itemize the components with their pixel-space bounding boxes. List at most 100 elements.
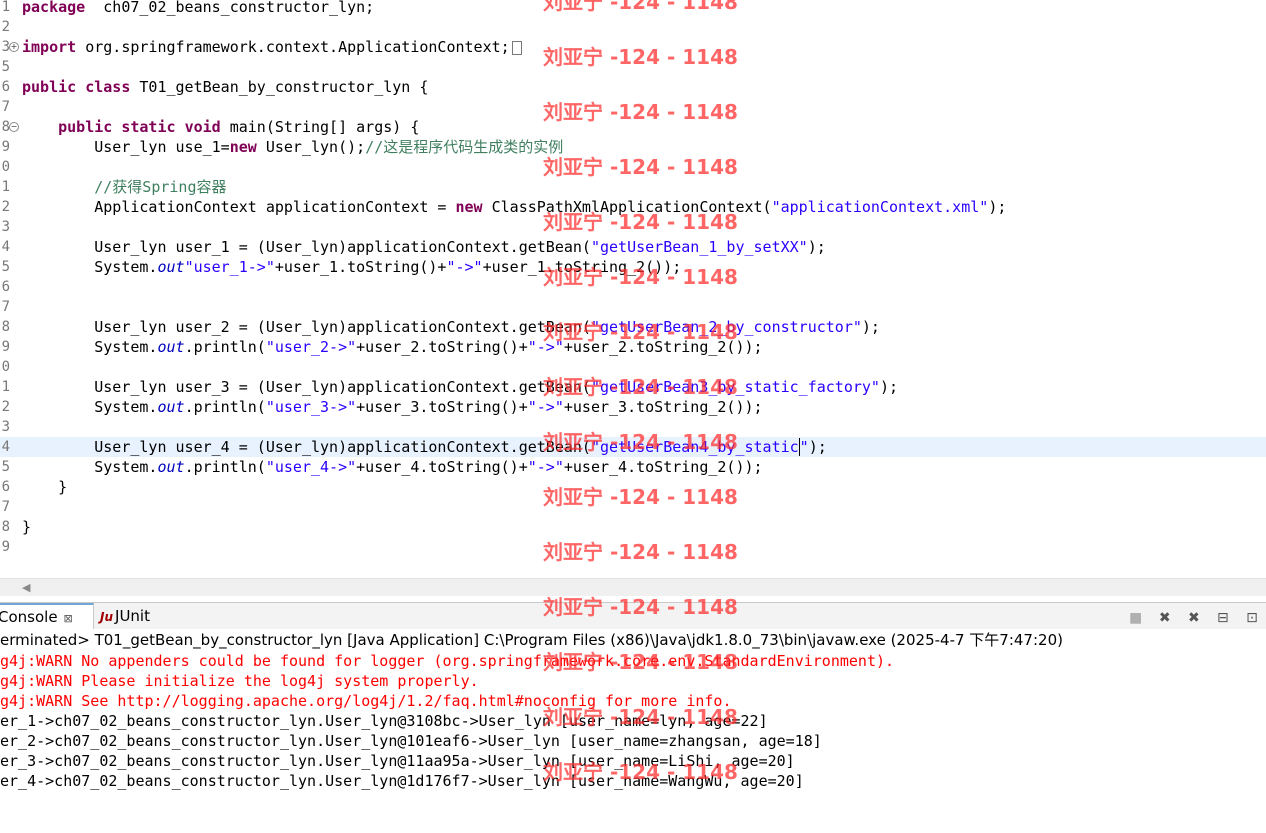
line-number: 2 [1,19,10,35]
code-token: "->" [527,398,564,416]
tab-junit[interactable]: Ju JUnit [100,603,150,629]
code-token: public [22,78,77,96]
code-token: "getUserBean_1_by_setXX" [590,238,808,256]
code-token: new [229,138,257,156]
line-number: 5 [1,59,10,75]
collapsed-imports-icon[interactable] [511,40,522,55]
code-token: "->" [527,458,564,476]
remove-all-terminated-icon[interactable]: ✖ [1186,610,1202,626]
line-number: 6 [1,279,10,295]
code-line[interactable]: 3 + import org.springframework.context.App… [0,37,1266,57]
code-line[interactable]: 0 [0,357,1266,377]
console-output-line: g4j:WARN See http://logging.apache.org/l… [0,692,732,710]
code-text: package ch07_02_beans_constructor_lyn; [22,0,374,17]
code-line[interactable]: 6 public class T01_getBean_by_constructor… [0,77,1266,97]
code-token: out [157,258,185,276]
line-number: 5 [1,459,10,475]
code-line[interactable]: 8} [0,517,1266,537]
console-output-line: er_1->ch07_02_beans_constructor_lyn.User… [0,712,768,730]
code-token: package [22,0,86,16]
code-line[interactable]: 5 System.out"user_1->"+user_1.toString()… [0,257,1266,277]
code-token: "user_1->" [184,258,275,276]
code-line[interactable]: 6 } [0,477,1266,497]
code-line[interactable]: 3 [0,217,1266,237]
code-line[interactable]: 1 //获得Spring容器 [0,177,1266,197]
code-token: ApplicationContext applicationContext = [22,198,456,216]
code-editor[interactable]: 1 package ch07_02_beans_constructor_lyn; 2… [0,0,1266,578]
code-token: +user_4.toString_2()); [563,458,763,476]
line-number: 1 [1,0,10,15]
code-line[interactable]: 1 package ch07_02_beans_constructor_lyn; [0,0,1266,17]
code-line[interactable]: 9 System.out.println("user_2->"+user_2.t… [0,337,1266,357]
code-token: .println( [184,458,266,476]
code-line[interactable]: 4 User_lyn user_1 = (User_lyn)applicatio… [0,237,1266,257]
code-line[interactable]: 2 ApplicationContext applicationContext … [0,197,1266,217]
editor-horizontal-scrollbar[interactable]: ◀ [0,578,1266,596]
code-text: ApplicationContext applicationContext = … [22,197,1006,217]
code-token: "user_2->" [265,338,357,356]
clear-console-icon[interactable]: ⊟ [1215,610,1231,626]
code-line[interactable]: 4 User_lyn user_4 = (User_lyn)applicatio… [0,437,1266,457]
code-token: User_lyn user_2 = (User_lyn)applicationC… [22,318,591,336]
code-line[interactable]: 5 [0,57,1266,77]
line-number: 0 [1,359,10,375]
code-line[interactable]: 7 [0,97,1266,117]
code-text: User_lyn user_3 = (User_lyn)applicationC… [22,377,898,397]
code-line[interactable]: 1 User_lyn user_3 = (User_lyn)applicatio… [0,377,1266,397]
code-token: System. [22,258,158,276]
code-token: +user_1.toString_2()); [482,258,682,276]
code-token: " [799,438,809,456]
code-token: User_lyn user_1 = (User_lyn)applicationC… [22,238,591,256]
code-text: public class T01_getBean_by_constructor_… [22,77,428,97]
code-token: System. [22,398,158,416]
code-token: import [22,38,77,56]
code-token: User_lyn user_4 = (User_lyn)applicationC… [22,438,591,456]
code-token: "applicationContext.xml" [771,198,989,216]
line-number: 1 [1,379,10,395]
code-line[interactable]: 3 [0,417,1266,437]
fold-toggle-icon[interactable]: − [9,122,19,132]
line-number: 3 [1,219,10,235]
console-output[interactable]: g4j:WARN No appenders could be found for… [0,651,1266,791]
code-token: out [157,338,185,356]
code-line[interactable]: 5 System.out.println("user_4->"+user_4.t… [0,457,1266,477]
code-line[interactable]: 2 [0,17,1266,37]
line-number: 7 [1,99,10,115]
code-line[interactable]: 8 User_lyn user_2 = (User_lyn)applicatio… [0,317,1266,337]
terminate-icon[interactable]: ■ [1128,610,1144,626]
code-token: class [85,78,131,96]
code-line[interactable]: 8− public static void main(String[] args… [0,117,1266,137]
code-line[interactable]: 7 [0,497,1266,517]
tab-junit-label: JUnit [115,607,150,625]
code-token: .println( [184,338,266,356]
code-token: +user_3.toString_2()); [563,398,763,416]
code-line[interactable]: 6 [0,277,1266,297]
code-token: "getUserBean4_by_static [590,438,799,456]
code-token: public [58,118,113,136]
code-line[interactable]: 0 [0,157,1266,177]
line-number: 9 [1,539,10,555]
fold-toggle-icon[interactable]: + [9,42,19,52]
line-number: 0 [1,159,10,175]
tab-console[interactable]: Console ⊠ [0,603,94,629]
remove-launch-icon[interactable]: ✖ [1157,610,1173,626]
code-token: +user_3.toString()+ [356,398,528,416]
line-number: 1 [1,179,10,195]
code-token: ClassPathXmlApplicationContext( [482,198,772,216]
code-token: "->" [527,338,564,356]
console-output-line: g4j:WARN No appenders could be found for… [0,652,895,670]
code-token: User_lyn(); [256,138,366,156]
scroll-lock-icon[interactable]: ⊡ [1244,610,1260,626]
code-token: new [455,198,483,216]
code-line[interactable]: 9 [0,537,1266,557]
code-token: main(String[] args) { [220,118,420,136]
code-line[interactable]: 2 System.out.println("user_3->"+user_3.t… [0,397,1266,417]
scroll-left-arrow-icon[interactable]: ◀ [22,581,30,594]
code-line[interactable]: 9 User_lyn use_1=new User_lyn();//这是程序代码… [0,137,1266,157]
line-number: 3 [1,419,10,435]
code-line[interactable]: 7 [0,297,1266,317]
tab-close-icon[interactable]: ⊠ [64,612,73,625]
code-text: System.out.println("user_4->"+user_4.toS… [22,457,763,477]
console-output-line: er_2->ch07_02_beans_constructor_lyn.User… [0,732,822,750]
